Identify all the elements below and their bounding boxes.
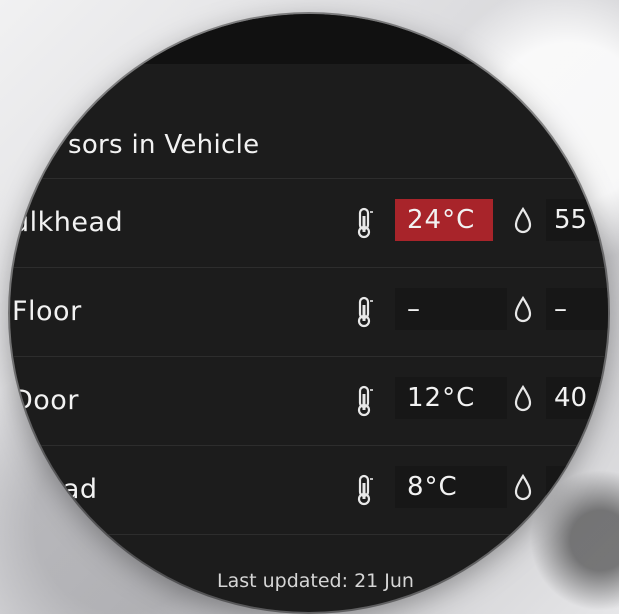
water-drop-icon bbox=[514, 296, 532, 323]
sensor-row[interactable]: Door 12°C 40 bbox=[10, 356, 608, 446]
sensor-row[interactable]: ulkhead 24°C 55 bbox=[10, 178, 608, 268]
panel-title: sors in Vehicle bbox=[68, 130, 260, 160]
sensor-location: Door bbox=[12, 385, 79, 416]
sensor-location: khead bbox=[12, 474, 98, 505]
temperature-value: 8°C bbox=[395, 466, 507, 508]
sensor-row[interactable]: Floor – – bbox=[10, 267, 608, 357]
humidity-value: 40 bbox=[546, 377, 608, 419]
top-bar bbox=[10, 14, 608, 64]
sensor-location: Floor bbox=[12, 296, 82, 327]
temperature-value: 12°C bbox=[395, 377, 507, 419]
magnifier-lens: sors in Vehicle ulkhead 24°C 55 Floor – … bbox=[10, 14, 608, 612]
temperature-value: 24°C bbox=[395, 199, 493, 241]
thermometer-icon bbox=[357, 296, 373, 328]
humidity-value: – bbox=[546, 288, 608, 330]
thermometer-icon bbox=[357, 207, 373, 239]
humidity-value: 55 bbox=[546, 199, 608, 241]
sensor-location: ulkhead bbox=[12, 207, 124, 238]
temperature-value: – bbox=[395, 288, 507, 330]
humidity-value bbox=[546, 466, 608, 508]
water-drop-icon bbox=[514, 474, 532, 501]
water-drop-icon bbox=[514, 385, 532, 412]
thermometer-icon bbox=[357, 474, 373, 506]
sensor-row[interactable]: khead 8°C bbox=[10, 445, 608, 535]
water-drop-icon bbox=[514, 207, 532, 234]
thermometer-icon bbox=[357, 385, 373, 417]
last-updated-text: Last updated: 21 Jun bbox=[217, 570, 414, 592]
